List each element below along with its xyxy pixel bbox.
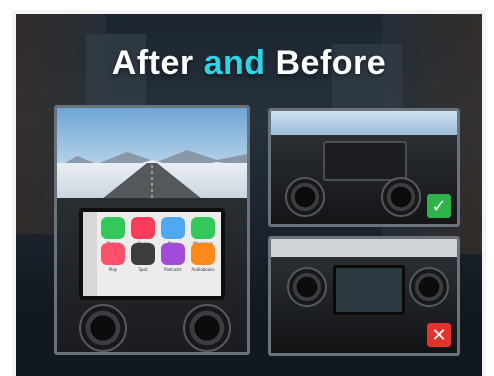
after-panel: PhoneMusicMapsMessages Play Spot Podcasts Au…: [54, 105, 250, 355]
before-panel-top: ✓: [268, 108, 460, 227]
carplay-sidebar: [83, 212, 97, 296]
app-grid: PhoneMusicMapsMessages Play Spot Podcasts Au…: [101, 217, 221, 272]
app-icon: Spot: [131, 243, 155, 272]
stock-radio: [323, 141, 407, 181]
app-label: Play: [108, 267, 118, 272]
app-icon: Play: [101, 243, 125, 272]
air-vent: [285, 177, 325, 217]
app-icon: Music: [131, 217, 155, 246]
air-vent: [79, 304, 127, 352]
app-icon: Audiobooks: [191, 243, 215, 272]
check-icon: ✓: [427, 194, 451, 218]
app-icon: Phone: [101, 217, 125, 246]
head-unit-screen: PhoneMusicMapsMessages Play Spot Podcasts Au…: [79, 208, 225, 300]
air-vent: [183, 304, 231, 352]
headline-accent: and: [203, 44, 266, 82]
app-label: Podcasts: [164, 267, 182, 272]
air-vent: [381, 177, 421, 217]
headline-part2: Before: [265, 44, 387, 82]
dash-top: [271, 239, 457, 259]
air-vent: [409, 267, 449, 307]
product-poster: After and Before PhoneMusicMapsMessagesP…: [16, 14, 482, 376]
cross-icon: ✕: [427, 323, 451, 347]
app-icon: Messages: [191, 217, 215, 246]
app-label: Audiobooks: [191, 267, 215, 272]
before-panel-bottom: ✕: [268, 236, 460, 356]
app-label: Spot: [138, 267, 148, 272]
air-vent: [287, 267, 327, 307]
app-icon: Podcasts: [161, 243, 185, 272]
road: [97, 163, 207, 203]
headline: After and Before: [16, 44, 482, 83]
factory-screen: [333, 265, 405, 315]
headline-part1: After: [111, 44, 204, 82]
app-icon: Maps: [161, 217, 185, 246]
